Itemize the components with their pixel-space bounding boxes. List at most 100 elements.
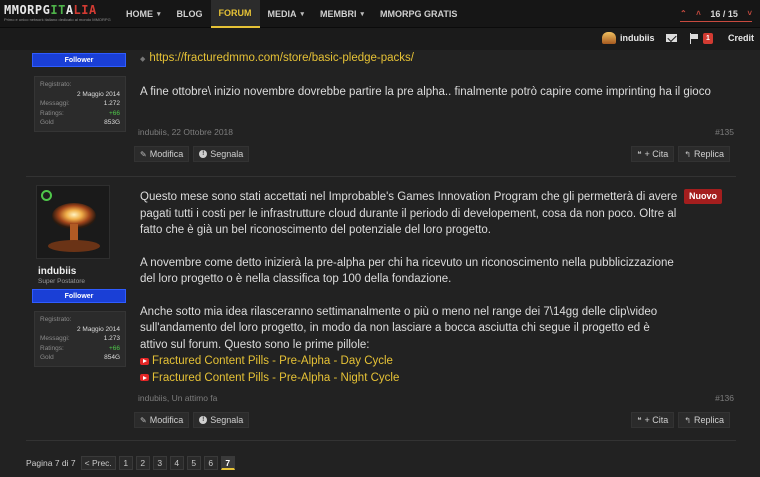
youtube-icon (140, 357, 149, 365)
nav-item-forum[interactable]: FORUM (210, 0, 260, 28)
account-link[interactable]: indubiis (602, 32, 655, 44)
pencil-icon: ✎ (140, 149, 147, 159)
reply-icon: ↰ (684, 149, 691, 159)
youtube-icon (140, 374, 149, 382)
messages-count: 1.273 (103, 335, 120, 342)
quote-button[interactable]: ❝ + Cita (631, 146, 675, 162)
edit-button[interactable]: ✎ Modifica (134, 146, 190, 162)
user-bar: indubiis 1 Credit (0, 28, 760, 50)
gold-value: 854G (104, 354, 120, 361)
post-username[interactable]: indubiis (38, 266, 76, 277)
registered-date: 2 Maggio 2014 (76, 325, 120, 333)
page-button[interactable]: 5 (186, 456, 201, 470)
post-actions: ✎ Modifica ! Segnala ❝ + Cita ↰ Replica (134, 146, 730, 162)
user-stats: Registrato: 2 Maggio 2014 Messaggi: 1.273… (34, 311, 126, 367)
current-page-button[interactable]: 7 (220, 456, 235, 470)
nav-item-membri[interactable]: MEMBRI ▾ (312, 0, 372, 28)
post-body: Questo mese sono stati accettati nel Imp… (140, 189, 680, 386)
alerts-badge[interactable]: 1 (703, 33, 713, 44)
info-icon: ! (199, 416, 208, 424)
post-paragraph-3: Anche sotto mia idea rilasceranno settim… (140, 305, 658, 351)
post-date[interactable]: 22 Ottobre 2018 (172, 127, 233, 137)
forum-post-135: Follower Registrato: 2 Maggio 2014 Messa… (26, 50, 736, 169)
nav-item-blog[interactable]: BLOG (169, 0, 211, 28)
user-title: Super Postatore (38, 278, 85, 285)
follow-button[interactable]: Follower (32, 53, 126, 67)
online-status-icon (41, 190, 52, 201)
gold-label: Gold (40, 119, 54, 126)
user-stats: Registrato: 2 Maggio 2014 Messaggi: 1.272… (34, 76, 126, 132)
gold-label: Gold (40, 354, 54, 361)
nav-item-home[interactable]: HOME ▾ (118, 0, 169, 28)
quote-icon: ❝ (637, 149, 642, 159)
reply-button[interactable]: ↰ Replica (678, 412, 730, 428)
nav-item-media[interactable]: MEDIA ▾ (260, 0, 313, 28)
post-body: ◆ https://fracturedmmo.com/store/basic-pl… (140, 50, 730, 100)
post-meta: indubiis, 22 Ottobre 2018 #135 (138, 127, 734, 137)
follow-button[interactable]: Follower (32, 289, 126, 303)
page-button[interactable]: 2 (135, 456, 150, 470)
divider (26, 440, 736, 441)
quote-button[interactable]: ❝ + Cita (631, 412, 675, 428)
reply-icon: ↰ (684, 415, 691, 425)
ratings-value: +66 (108, 109, 120, 117)
video-link-day-cycle[interactable]: Fractured Content Pills - Pre-Alpha - Da… (140, 353, 680, 370)
site-logo[interactable]: MMORPGITALIA Primo e unico network itali… (4, 4, 116, 26)
page-button[interactable]: 1 (118, 456, 133, 470)
post-author[interactable]: indubiis (138, 127, 167, 137)
report-button[interactable]: ! Segnala (193, 146, 250, 162)
post-meta: indubiis, Un attimo fa #136 (138, 393, 734, 403)
page-counter[interactable]: ⌃ ˄ 16 / 15 ˅ (680, 6, 752, 22)
new-post-badge: Nuovo (684, 189, 722, 204)
logo-wordmark: MMORPGITALIA (4, 3, 97, 17)
gold-value: 853G (104, 119, 120, 126)
nav-item-mmorpg-gratis[interactable]: MMORPG GRATIS (372, 0, 465, 28)
bullet-icon: ◆ (140, 56, 146, 63)
messages-label: Messaggi: (40, 100, 70, 107)
edit-button[interactable]: ✎ Modifica (134, 412, 190, 428)
registered-date: 2 Maggio 2014 (76, 90, 120, 98)
chevron-up-icon[interactable]: ˄ (696, 9, 701, 18)
chevron-down-icon: ▾ (300, 11, 305, 18)
account-username: indubiis (620, 33, 655, 43)
chevron-down-icon: ▾ (360, 11, 365, 18)
prev-page-button[interactable]: < Prec. (80, 456, 116, 470)
post-paragraph-1: Questo mese sono stati accettati nel Imp… (140, 191, 678, 236)
post-number[interactable]: #135 (715, 127, 734, 137)
registered-label: Registrato: (40, 316, 72, 323)
messages-label: Messaggi: (40, 335, 70, 342)
chevron-down-icon: ▾ (157, 11, 161, 18)
reply-button[interactable]: ↰ Replica (678, 146, 730, 162)
mail-icon[interactable] (666, 34, 677, 42)
credit-link[interactable]: Credit (728, 33, 754, 43)
page-button[interactable]: 6 (203, 456, 218, 470)
forum-post-136: indubiis Super Postatore Follower Regist… (26, 176, 736, 440)
page-counter-value: 16 / 15 (710, 8, 738, 19)
ratings-value: +66 (108, 344, 120, 352)
post-number[interactable]: #136 (715, 393, 734, 403)
post-date[interactable]: Un attimo fa (172, 393, 218, 403)
ratings-label: Ratings: (40, 344, 64, 352)
report-button[interactable]: ! Segnala (193, 412, 250, 428)
pencil-icon: ✎ (140, 415, 147, 425)
main-nav: HOME ▾ BLOG FORUM MEDIA ▾ MEMBRI ▾ MMORPG G… (118, 0, 465, 28)
top-navigation-bar: MMORPGITALIA Primo e unico network itali… (0, 0, 760, 28)
page-button[interactable]: 3 (152, 456, 167, 470)
user-avatar[interactable] (36, 185, 110, 259)
store-link[interactable]: https://fracturedmmo.com/store/basic-ple… (149, 52, 414, 64)
messages-count: 1.272 (103, 100, 120, 107)
quote-icon: ❝ (637, 415, 642, 425)
post-author[interactable]: indubiis (138, 393, 167, 403)
post-actions: ✎ Modifica ! Segnala ❝ + Cita ↰ Replica (134, 412, 730, 428)
registered-label: Registrato: (40, 81, 72, 88)
page-button[interactable]: 4 (169, 456, 184, 470)
flag-icon[interactable] (690, 33, 700, 44)
chevron-down-icon[interactable]: ˅ (747, 9, 752, 18)
info-icon: ! (199, 150, 208, 158)
double-chevron-up-icon[interactable]: ⌃ (680, 9, 687, 18)
logo-tagline: Primo e unico network italiano dedicato … (4, 17, 111, 22)
post-text: A fine ottobre\ inizio novembre dovrebbe… (140, 85, 711, 98)
avatar (602, 32, 616, 44)
pagination-label: Pagina 7 di 7 (26, 458, 76, 468)
video-link-night-cycle[interactable]: Fractured Content Pills - Pre-Alpha - Ni… (140, 370, 680, 387)
